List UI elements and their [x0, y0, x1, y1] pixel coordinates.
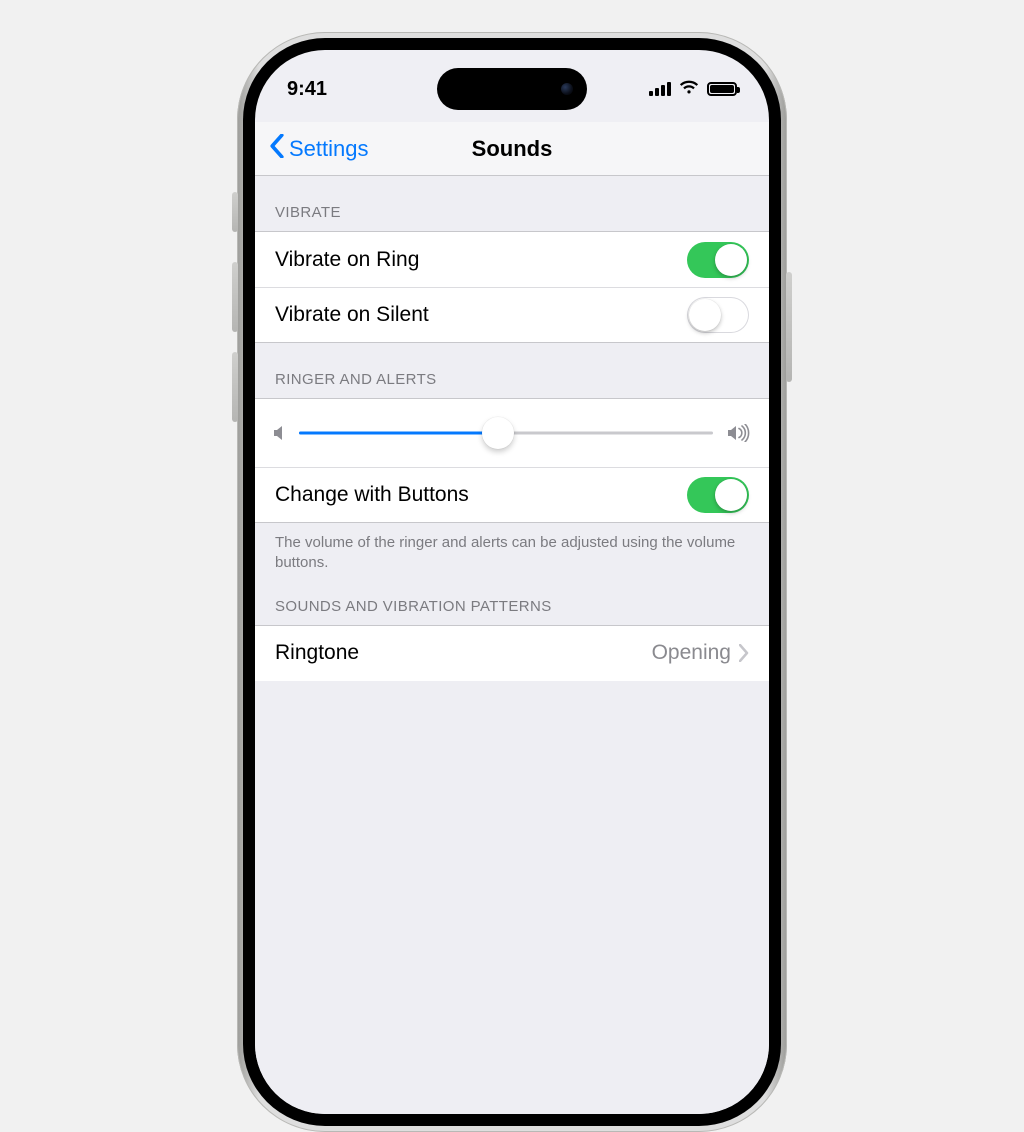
cellular-signal-icon — [649, 82, 671, 96]
page-title: Sounds — [472, 136, 553, 162]
row-label: Change with Buttons — [275, 483, 469, 507]
ringtone-value: Opening — [652, 641, 731, 665]
wifi-icon — [679, 78, 699, 101]
row-ringtone[interactable]: Ringtone Opening — [255, 626, 769, 681]
toggle-change-with-buttons[interactable] — [687, 477, 749, 513]
row-ringer-volume[interactable] — [255, 399, 769, 467]
vibrate-group: Vibrate on Ring Vibrate on Silent — [255, 232, 769, 342]
toggle-vibrate-on-silent[interactable] — [687, 297, 749, 333]
row-vibrate-on-ring[interactable]: Vibrate on Ring — [255, 232, 769, 287]
battery-icon — [707, 82, 737, 96]
ringer-footer-text: The volume of the ringer and alerts can … — [255, 523, 769, 578]
nav-bar: Settings Sounds — [255, 122, 769, 176]
settings-content: VIBRATE Vibrate on Ring Vibrate on Silen… — [255, 176, 769, 1114]
status-time: 9:41 — [287, 78, 327, 101]
toggle-vibrate-on-ring[interactable] — [687, 242, 749, 278]
ringer-volume-slider[interactable] — [299, 417, 713, 449]
status-bar: 9:41 — [255, 74, 769, 104]
row-vibrate-on-silent[interactable]: Vibrate on Silent — [255, 287, 769, 342]
row-label: Vibrate on Silent — [275, 303, 429, 327]
volume-down-button[interactable] — [232, 352, 238, 422]
phone-screen: 9:41 Settings — [255, 50, 769, 1114]
volume-high-icon — [727, 424, 751, 442]
row-label: Ringtone — [275, 641, 359, 665]
chevron-left-icon — [269, 134, 285, 164]
row-label: Vibrate on Ring — [275, 248, 419, 272]
mute-switch[interactable] — [232, 192, 238, 232]
section-header-patterns: SOUNDS AND VIBRATION PATTERNS — [255, 578, 769, 625]
row-change-with-buttons[interactable]: Change with Buttons — [255, 467, 769, 522]
phone-frame: 9:41 Settings — [237, 32, 787, 1132]
power-button[interactable] — [786, 272, 792, 382]
section-header-ringer: RINGER AND ALERTS — [255, 343, 769, 398]
ringer-group: Change with Buttons — [255, 399, 769, 522]
back-label: Settings — [289, 136, 369, 162]
volume-up-button[interactable] — [232, 262, 238, 332]
chevron-right-icon — [739, 644, 749, 662]
back-button[interactable]: Settings — [269, 122, 369, 175]
section-header-vibrate: VIBRATE — [255, 176, 769, 231]
volume-low-icon — [273, 425, 285, 441]
patterns-group: Ringtone Opening — [255, 626, 769, 681]
